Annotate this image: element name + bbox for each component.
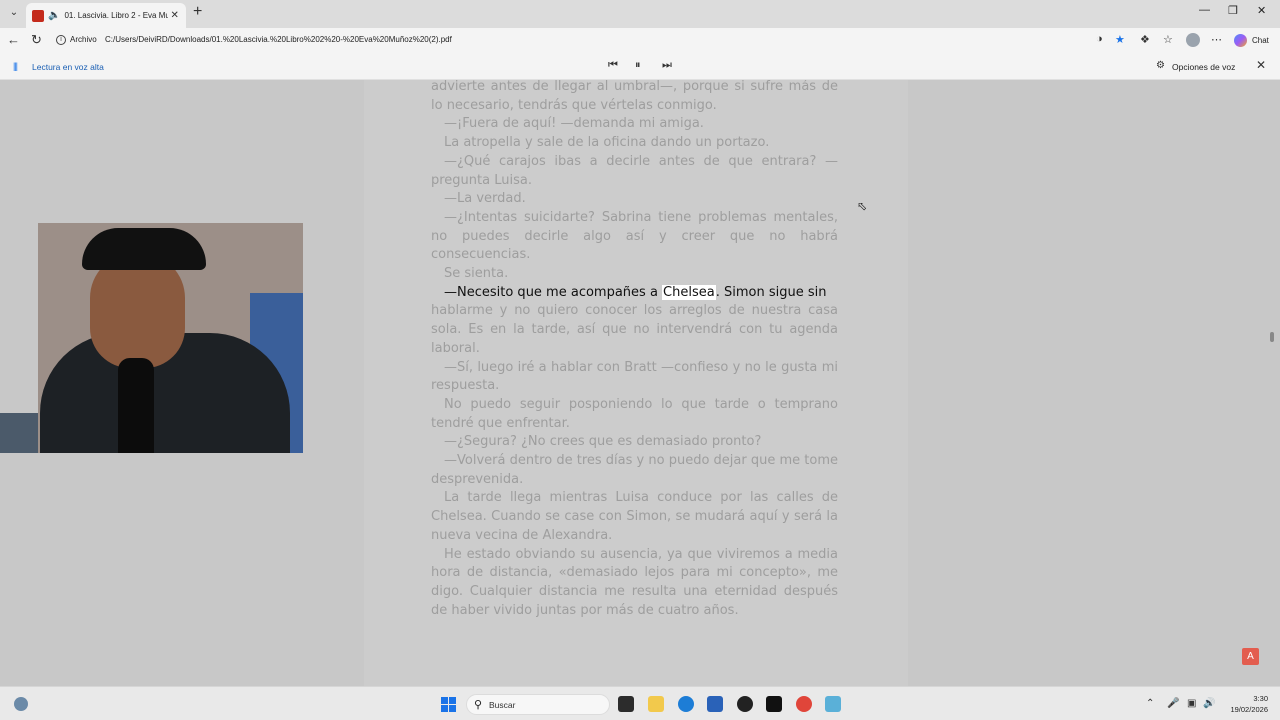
close-window-button[interactable]: ✕ — [1257, 4, 1266, 17]
copilot-chat-button[interactable]: Chat — [1234, 32, 1269, 48]
paragraph: —¡Fuera de aquí! —demanda mi amiga. — [444, 116, 704, 132]
network-icon[interactable]: ▣ — [1187, 698, 1196, 709]
clock-time: 3:30 — [1253, 694, 1268, 703]
extensions-icon[interactable]: ❖ — [1140, 33, 1150, 46]
active-text-before: —Necesito que me acompañes a — [444, 284, 663, 300]
paragraph: —¿Qué carajos ibas a decirle antes de qu… — [431, 153, 838, 188]
favorites-icon[interactable]: ☆ — [1163, 33, 1173, 46]
read-aloud-icon: ||| — [13, 61, 18, 71]
previous-paragraph-icon[interactable]: ⏮ — [608, 59, 618, 72]
paragraph: —¿Segura? ¿No crees que es demasiado pro… — [444, 434, 762, 450]
active-reading-line: —Necesito que me acompañes a Chelsea. Si… — [431, 284, 838, 303]
new-tab-button[interactable]: + — [193, 4, 202, 20]
taskbar-search[interactable]: ⚲ Buscar — [466, 694, 610, 715]
chat-label: Chat — [1252, 35, 1269, 45]
back-button[interactable]: ← — [7, 32, 20, 48]
obs-icon[interactable] — [737, 696, 753, 712]
search-icon: ⚲ — [474, 699, 483, 711]
pdf-page: advierte antes de llegar al umbral—, por… — [364, 80, 908, 686]
system-clock[interactable]: 3:30 19/02/2026 — [1222, 693, 1268, 715]
pdf-file-icon — [32, 9, 44, 22]
paragraph: La atropella y sale de la oficina dando … — [444, 135, 770, 151]
taskbar: ⚲ Buscar ⌃ 🎤 ▣ 🔊 3:30 19/02/2026 — [0, 686, 1280, 720]
favorite-star-icon[interactable]: ★ — [1115, 33, 1125, 46]
webcam-person-cap — [82, 228, 206, 270]
address-input[interactable]: C:/Users/DeiviRD/Downloads/01.%20Lascivi… — [105, 35, 452, 44]
address-bar-row: ← ↻ i Archivo C:/Users/DeiviRD/Downloads… — [0, 28, 1280, 52]
read-aloud-bar: ||| Lectura en voz alta ⏮ ⏸ ⏭ ⚙ Opciones… — [0, 52, 1280, 80]
paragraph: advierte antes de llegar al umbral—, por… — [431, 80, 838, 113]
paragraph: La tarde llega mientras Luisa conduce po… — [431, 490, 838, 543]
address-scheme-label: Archivo — [70, 35, 97, 44]
tab-strip: ⌄ 🔈 01. Lascivia. Libro 2 - Eva Muñ ✕ + … — [0, 0, 1280, 28]
paragraph: —Sí, luego iré a hablar con Bratt —confi… — [431, 359, 838, 394]
pause-icon[interactable]: ⏸ — [635, 59, 641, 72]
mouse-cursor-icon: ⬁ — [857, 199, 868, 213]
webcam-person-head — [90, 253, 185, 368]
tab-pdf-document[interactable]: 🔈 01. Lascivia. Libro 2 - Eva Muñ ✕ — [26, 3, 186, 28]
voice-options-button[interactable]: Opciones de voz — [1172, 62, 1235, 72]
microphone-tray-icon[interactable]: 🎤 — [1167, 698, 1179, 709]
site-info-icon[interactable]: i — [56, 35, 66, 45]
microphone — [118, 358, 154, 453]
capcut-icon[interactable] — [766, 696, 782, 712]
tab-list-chevron-icon[interactable]: ⌄ — [6, 5, 22, 21]
store-icon[interactable] — [707, 696, 723, 712]
paragraph: —Volverá dentro de tres días y no puedo … — [431, 453, 838, 487]
clock-date: 19/02/2026 — [1230, 705, 1268, 714]
paragraph: He estado obviando su ausencia, ya que v… — [431, 546, 838, 618]
app-icon[interactable] — [825, 696, 841, 712]
paragraph: —¿Intentas suicidarte? Sabrina tiene pro… — [431, 209, 838, 263]
webcam-overlay — [0, 223, 303, 453]
active-text-after: . Simon sigue sin — [715, 284, 827, 300]
widgets-icon[interactable] — [14, 697, 28, 711]
chrome-icon[interactable] — [796, 696, 812, 712]
webcam-window-bg — [0, 223, 38, 413]
file-explorer-icon[interactable] — [648, 696, 664, 712]
adobe-acrobat-icon[interactable]: A — [1242, 648, 1259, 665]
paragraph-continuation: hablarme y no quiero conocer los arreglo… — [431, 303, 838, 356]
close-read-aloud-icon[interactable]: ✕ — [1256, 58, 1266, 72]
pdf-viewer[interactable]: advierte antes de llegar al umbral—, por… — [0, 80, 1280, 686]
tab-title: 01. Lascivia. Libro 2 - Eva Muñ — [64, 11, 169, 20]
refresh-button[interactable]: ↻ — [31, 32, 42, 48]
start-windows-icon[interactable] — [441, 697, 456, 712]
speaker-icon[interactable]: 🔈 — [48, 10, 60, 21]
next-paragraph-icon[interactable]: ⏭ — [662, 59, 672, 72]
paragraph: —La verdad. — [444, 191, 526, 207]
copilot-icon — [1234, 33, 1247, 47]
close-tab-icon[interactable]: ✕ — [170, 10, 178, 21]
read-aloud-label: Lectura en voz alta — [32, 62, 104, 72]
restore-button[interactable]: ❐ — [1228, 4, 1238, 17]
search-placeholder: Buscar — [489, 700, 516, 710]
page-text: advierte antes de llegar al umbral—, por… — [431, 80, 838, 620]
translate-icon[interactable]: ◑ — [1096, 33, 1103, 45]
highlighted-word: Chelsea — [662, 284, 716, 300]
profile-avatar[interactable] — [1186, 33, 1200, 47]
paragraph: Se sienta. — [444, 266, 509, 282]
edge-browser-icon[interactable] — [678, 696, 694, 712]
paragraph: No puedo seguir posponiendo lo que tarde… — [431, 396, 838, 431]
minimize-button[interactable]: — — [1199, 4, 1210, 16]
task-view-icon[interactable] — [618, 696, 634, 712]
voice-options-icon[interactable]: ⚙ — [1156, 60, 1165, 71]
tray-overflow-chevron-icon[interactable]: ⌃ — [1146, 698, 1154, 709]
volume-icon[interactable]: 🔊 — [1203, 698, 1215, 709]
scrollbar-thumb[interactable] — [1270, 332, 1274, 342]
more-menu-icon[interactable]: ⋯ — [1211, 33, 1222, 46]
